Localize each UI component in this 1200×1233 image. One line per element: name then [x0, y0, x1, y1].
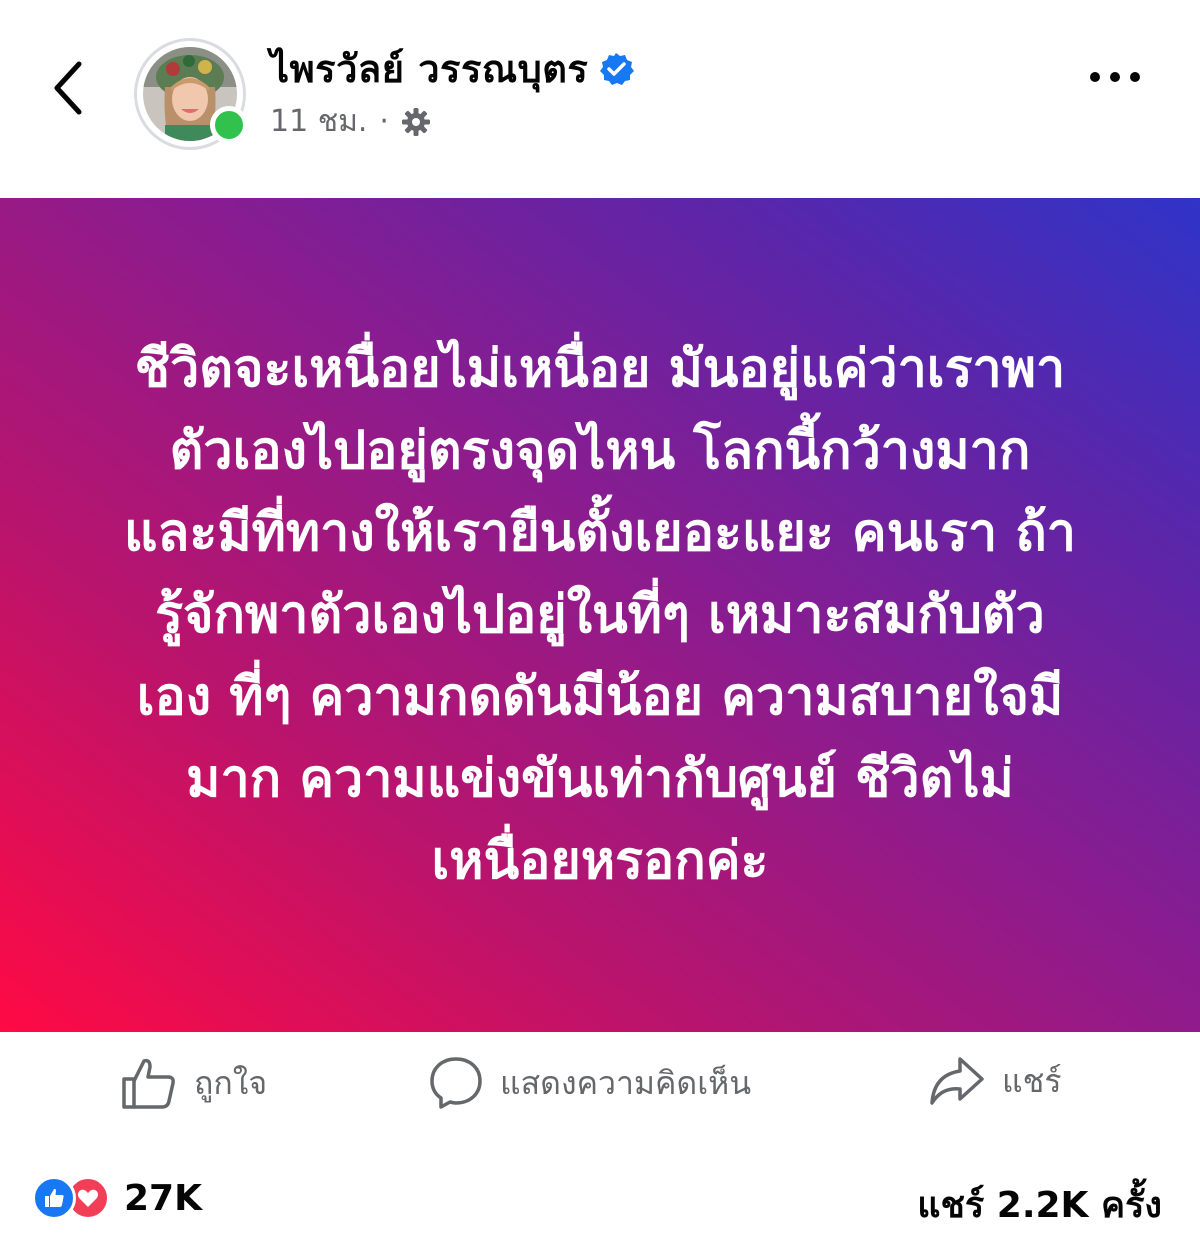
- share-icon: [930, 1057, 984, 1105]
- back-icon: [54, 61, 82, 115]
- post-background[interactable]: ชีวิตจะเหนื่อยไม่เหนื่อย มันอยู่แค่ว่าเร…: [0, 198, 1200, 1032]
- comment-label: แสดงความคิดเห็น: [500, 1063, 752, 1102]
- comment-icon: [430, 1057, 482, 1109]
- shares-count[interactable]: แชร์ 2.2K ครั้ง: [917, 1176, 1162, 1233]
- post-line: มาก ความแข่งขันเท่ากับศูนย์ ชีวิตไม่: [186, 749, 1014, 809]
- post-line: ตัวเองไปอยู่ตรงจุดไหน โลกนี้กว้างมาก: [169, 421, 1031, 481]
- post-line: และมีที่ทางให้เรายืนตั้งเยอะแยะ คนเรา ถ้…: [124, 503, 1076, 563]
- share-label: แชร์: [1002, 1061, 1062, 1100]
- like-icon: [122, 1058, 175, 1109]
- like-button[interactable]: ถูกใจ: [120, 1055, 267, 1111]
- post-header: ไพรวัลย์ วรรณบุตร 11 ชม. ·: [0, 0, 1200, 198]
- verified-badge-icon: [600, 52, 635, 85]
- post-line: รู้จักพาตัวเองไปอยู่ในที่ๆ เหมาะสมกับตัว: [155, 585, 1045, 645]
- like-reaction-icon: [32, 1176, 76, 1220]
- post-time[interactable]: 11 ชม.: [270, 98, 367, 145]
- author-name[interactable]: ไพรวัลย์ วรรณบุตร: [270, 38, 588, 99]
- post-line: ชีวิตจะเหนื่อยไม่เหนื่อย มันอยู่แค่ว่าเร…: [134, 339, 1066, 399]
- share-button[interactable]: แชร์: [928, 1055, 1062, 1107]
- avatar[interactable]: [134, 38, 248, 150]
- more-options-button[interactable]: [1090, 72, 1140, 82]
- comment-button[interactable]: แสดงความคิดเห็น: [428, 1055, 751, 1111]
- post-line: เอง ที่ๆ ความกดดันมีน้อย ความสบายใจมี: [136, 667, 1064, 727]
- reactions-count: 27K: [124, 1177, 202, 1219]
- post-text: ชีวิตจะเหนื่อยไม่เหนื่อย มันอยู่แค่ว่าเร…: [80, 328, 1120, 902]
- more-icon: [1090, 72, 1100, 82]
- like-label: ถูกใจ: [194, 1063, 268, 1102]
- online-status-dot: [210, 106, 248, 144]
- back-button[interactable]: [38, 58, 98, 118]
- meta-separator: ·: [379, 104, 389, 139]
- gear-icon: [401, 107, 430, 136]
- reactions-summary[interactable]: 27K: [32, 1176, 202, 1220]
- post-line: เหนื่อยหรอกค่ะ: [431, 831, 769, 891]
